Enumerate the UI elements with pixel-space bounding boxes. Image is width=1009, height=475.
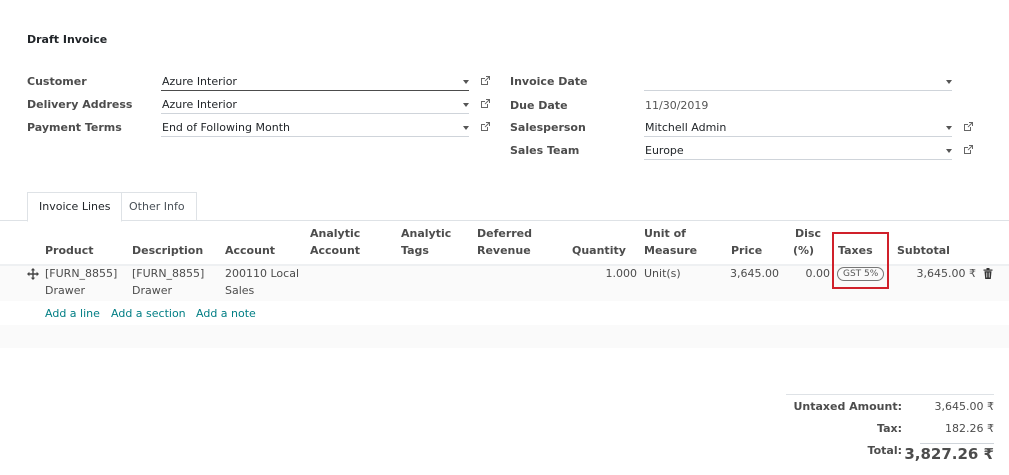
row-account-line: Sales <box>225 284 255 297</box>
row-product[interactable]: [FURN_8855] Drawer <box>45 265 117 299</box>
row-description[interactable]: [FURN_8855] Drawer <box>132 265 204 299</box>
column-header-analytic-account[interactable]: Analytic Account <box>310 225 360 259</box>
chevron-down-icon[interactable] <box>946 126 952 130</box>
chevron-down-icon[interactable] <box>946 80 952 84</box>
row-product-code: [FURN_8855] <box>45 267 118 280</box>
row-description-line: Drawer <box>132 284 173 297</box>
row-account-line: 200110 Local <box>225 267 299 280</box>
external-link-icon[interactable] <box>479 75 491 87</box>
row-discount[interactable]: 0.00 <box>795 265 831 282</box>
trash-icon[interactable] <box>983 268 993 279</box>
invoice-date-label: Invoice Date <box>510 75 588 88</box>
column-header-deferred-revenue[interactable]: Deferred Revenue <box>477 225 532 259</box>
delivery-address-value: Azure Interior <box>162 98 237 111</box>
total-separator <box>920 443 994 444</box>
column-header-product[interactable]: Product <box>45 242 94 259</box>
external-link-icon[interactable] <box>962 121 974 133</box>
payment-terms-label: Payment Terms <box>27 121 122 134</box>
header-line: Account <box>310 244 361 257</box>
header-line: Analytic <box>310 227 361 240</box>
header-line: Revenue <box>477 244 531 257</box>
column-header-quantity[interactable]: Quantity <box>572 242 626 259</box>
external-link-icon[interactable] <box>962 144 974 156</box>
delivery-address-field[interactable]: Azure Interior <box>161 97 469 114</box>
customer-label: Customer <box>27 75 87 88</box>
customer-field[interactable]: Azure Interior <box>161 74 469 91</box>
column-header-subtotal[interactable]: Subtotal <box>897 242 950 259</box>
tab-other-info[interactable]: Other Info <box>117 192 197 221</box>
untaxed-amount-value: 3,645.00 ₹ <box>934 400 994 413</box>
sales-team-field[interactable]: Europe <box>644 143 952 160</box>
tab-invoice-lines[interactable]: Invoice Lines <box>27 192 123 222</box>
header-line: Deferred <box>477 227 533 240</box>
chevron-down-icon[interactable] <box>946 149 952 153</box>
row-product-name: Drawer <box>45 284 86 297</box>
chevron-down-icon[interactable] <box>463 126 469 130</box>
column-header-price[interactable]: Price <box>731 242 762 259</box>
tax-value: 182.26 ₹ <box>945 422 994 435</box>
column-header-discount[interactable]: Disc (%) <box>785 225 821 259</box>
add-note-link[interactable]: Add a note <box>196 307 256 320</box>
header-line: Analytic <box>401 227 452 240</box>
row-price[interactable]: 3,645.00 <box>720 265 779 282</box>
total-value: 3,827.26 ₹ <box>904 445 994 463</box>
sales-team-value: Europe <box>645 144 684 157</box>
column-header-account[interactable]: Account <box>225 242 275 259</box>
sales-team-label: Sales Team <box>510 144 580 157</box>
row-description-line: [FURN_8855] <box>132 267 205 280</box>
chevron-down-icon[interactable] <box>463 103 469 107</box>
external-link-icon[interactable] <box>479 121 491 133</box>
add-line-link[interactable]: Add a line <box>45 307 100 320</box>
row-quantity[interactable]: 1.000 <box>580 265 638 282</box>
header-line: Tags <box>401 244 429 257</box>
chevron-down-icon[interactable] <box>463 80 469 84</box>
row-subtotal: 3,645.00 ₹ <box>916 267 976 280</box>
totals-separator <box>786 394 994 395</box>
delivery-address-label: Delivery Address <box>27 98 133 111</box>
salesperson-label: Salesperson <box>510 121 586 134</box>
invoice-date-field[interactable] <box>644 74 952 91</box>
add-section-link[interactable]: Add a section <box>111 307 186 320</box>
payment-terms-field[interactable]: End of Following Month <box>161 120 469 137</box>
salesperson-field[interactable]: Mitchell Admin <box>644 120 952 137</box>
due-date-value[interactable]: 11/30/2019 <box>645 99 708 112</box>
column-header-unit-of-measure[interactable]: Unit of Measure <box>644 225 697 259</box>
due-date-label: Due Date <box>510 99 568 112</box>
highlight-box <box>832 232 889 289</box>
header-line: Disc <box>795 227 821 240</box>
column-header-description[interactable]: Description <box>132 242 203 259</box>
untaxed-amount-label: Untaxed Amount: <box>793 400 902 413</box>
header-line: Unit of <box>644 227 686 240</box>
salesperson-value: Mitchell Admin <box>645 121 727 134</box>
header-line: (%) <box>793 244 815 257</box>
tax-label: Tax: <box>876 422 902 435</box>
header-line: Measure <box>644 244 698 257</box>
column-header-analytic-tags[interactable]: Analytic Tags <box>401 225 451 259</box>
empty-row <box>0 325 1009 348</box>
row-uom[interactable]: Unit(s) <box>644 265 681 282</box>
customer-value: Azure Interior <box>162 75 237 88</box>
page-title: Draft Invoice <box>27 33 108 46</box>
external-link-icon[interactable] <box>479 98 491 110</box>
payment-terms-value: End of Following Month <box>162 121 290 134</box>
row-account[interactable]: 200110 Local Sales <box>225 265 299 299</box>
drag-handle-icon[interactable] <box>27 268 39 280</box>
